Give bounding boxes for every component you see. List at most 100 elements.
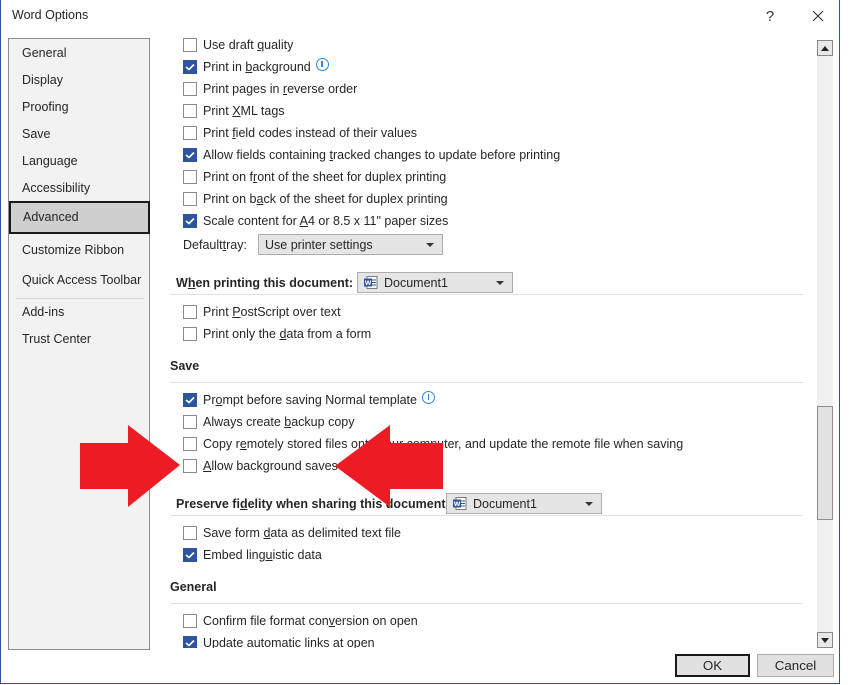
sidebar-item-proofing[interactable]: Proofing [9,94,149,121]
checkbox[interactable] [183,437,197,451]
option-always-backup[interactable]: Always create backup copy [161,412,354,432]
option-label: Print only the data from a form [203,327,372,341]
svg-text:W: W [454,501,461,508]
checkbox[interactable] [183,38,197,52]
default-tray-dropdown[interactable]: Use printer settings [258,234,443,255]
option-confirm-format-conversion[interactable]: Confirm file format conversion on open [161,611,418,631]
option-label: Print on back of the sheet for duplex pr… [203,192,448,206]
option-use-draft-quality[interactable]: Use draft quality [161,36,293,55]
sidebar-item-general[interactable]: General [9,40,149,67]
word-options-dialog: Word Options ? General Display Proofing … [0,0,840,684]
sidebar-item-quick-access-toolbar[interactable]: Quick Access Toolbar [9,267,149,294]
checkbox[interactable] [183,327,197,341]
scroll-thumb[interactable] [817,406,833,520]
dropdown-value: Document1 [384,275,448,290]
arrow-down-icon [821,637,829,643]
checkbox[interactable] [183,126,197,140]
ok-button[interactable]: OK [675,654,750,677]
scroll-down-button[interactable] [817,632,833,648]
checkbox[interactable] [183,393,197,407]
checkbox[interactable] [183,526,197,540]
annotation-arrow-left [335,425,443,507]
sidebar-item-language[interactable]: Language [9,148,149,175]
sidebar-item-trust-center[interactable]: Trust Center [9,326,149,353]
option-label: Embed linguistic data [203,548,322,562]
dropdown-value: Document1 [473,496,537,511]
option-allow-tracked-fields[interactable]: Allow fields containing tracked changes … [161,145,560,165]
checkbox[interactable] [183,614,197,628]
preserve-fidelity-document-dropdown[interactable]: W Document1 [446,493,602,514]
when-printing-document-dropdown[interactable]: W Document1 [357,272,513,293]
option-label: Allow fields containing tracked changes … [203,148,561,162]
section-divider [170,382,803,383]
checkbox[interactable] [183,170,197,184]
option-print-form-data-only[interactable]: Print only the data from a form [161,324,371,344]
option-label: Scale content for A4 or 8.5 x 11" paper … [203,214,449,228]
option-label: Save form data as delimited text file [203,526,402,540]
option-label: Use draft quality [203,38,294,52]
option-allow-background-saves[interactable]: Allow background saves [161,456,338,476]
vertical-scrollbar[interactable] [817,40,833,648]
help-button[interactable]: ? [756,4,784,28]
arrow-up-icon [821,45,829,51]
option-label: Print field codes instead of their value… [203,126,418,140]
options-sidebar: General Display Proofing Save Language A… [8,38,150,650]
dropdown-value: Use printer settings [265,237,373,252]
close-button[interactable] [804,4,832,28]
chevron-down-icon [496,281,504,285]
when-printing-label: Wh en printing this document: [176,276,354,290]
checkbox[interactable] [183,459,197,473]
annotation-arrow-right [80,425,180,507]
sidebar-item-advanced[interactable]: Advanced [9,201,150,234]
option-save-form-data[interactable]: Save form data as delimited text file [161,523,401,543]
dialog-title: Word Options [12,8,89,22]
option-label: Always create backup copy [203,415,355,429]
option-print-field-codes[interactable]: Print field codes instead of their value… [161,123,417,143]
help-icon: ? [765,7,775,25]
option-print-xml-tags[interactable]: Print XML tags [161,101,285,121]
option-print-in-background[interactable]: Print in background [161,57,329,77]
sidebar-item-display[interactable]: Display [9,67,149,94]
sidebar-item-accessibility[interactable]: Accessibility [9,175,149,202]
option-prompt-normal-template[interactable]: Prompt before saving Normal template [161,390,435,410]
general-section-heading: General [170,580,217,594]
checkbox[interactable] [183,636,197,648]
option-update-automatic-links[interactable]: Update automatic links at open [161,633,375,648]
checkbox[interactable] [183,60,197,74]
option-label: Print pages in reverse order [203,82,358,96]
section-divider [170,515,803,516]
info-icon[interactable] [315,57,329,71]
option-print-front-duplex[interactable]: Print on front of the sheet for duplex p… [161,167,446,187]
checkbox[interactable] [183,104,197,118]
checkbox[interactable] [183,148,197,162]
option-label: Allow background saves [203,459,338,473]
checkbox[interactable] [183,415,197,429]
option-label: Confirm file format conversion on open [203,614,418,628]
option-print-postscript[interactable]: Print PostScript over text [161,302,341,322]
option-print-reverse-order[interactable]: Print pages in reverse order [161,79,357,99]
option-label: Print PostScript over text [203,305,341,319]
save-section-heading: Save [170,359,200,373]
option-scale-content[interactable]: Scale content for A4 or 8.5 x 11" paper … [161,211,448,231]
checkbox[interactable] [183,305,197,319]
checkbox[interactable] [183,192,197,206]
checkbox[interactable] [183,548,197,562]
checkbox[interactable] [183,82,197,96]
sidebar-item-customize-ribbon[interactable]: Customize Ribbon [9,237,149,264]
option-label: Print in background [203,60,311,74]
option-embed-linguistic-data[interactable]: Embed linguistic data [161,545,322,565]
option-label: Update automatic links at open [203,636,375,648]
scroll-up-button[interactable] [817,40,833,56]
svg-text:W: W [365,280,372,287]
chevron-down-icon [585,502,593,506]
word-document-icon: W [453,497,467,510]
info-icon[interactable] [421,390,435,404]
section-divider [170,294,803,295]
sidebar-item-save[interactable]: Save [9,121,149,148]
cancel-button[interactable]: Cancel [757,654,834,677]
sidebar-item-add-ins[interactable]: Add-ins [9,299,149,326]
option-label: Prompt before saving Normal template [203,393,417,407]
option-print-back-duplex[interactable]: Print on back of the sheet for duplex pr… [161,189,448,209]
close-icon [812,10,824,22]
checkbox[interactable] [183,214,197,228]
